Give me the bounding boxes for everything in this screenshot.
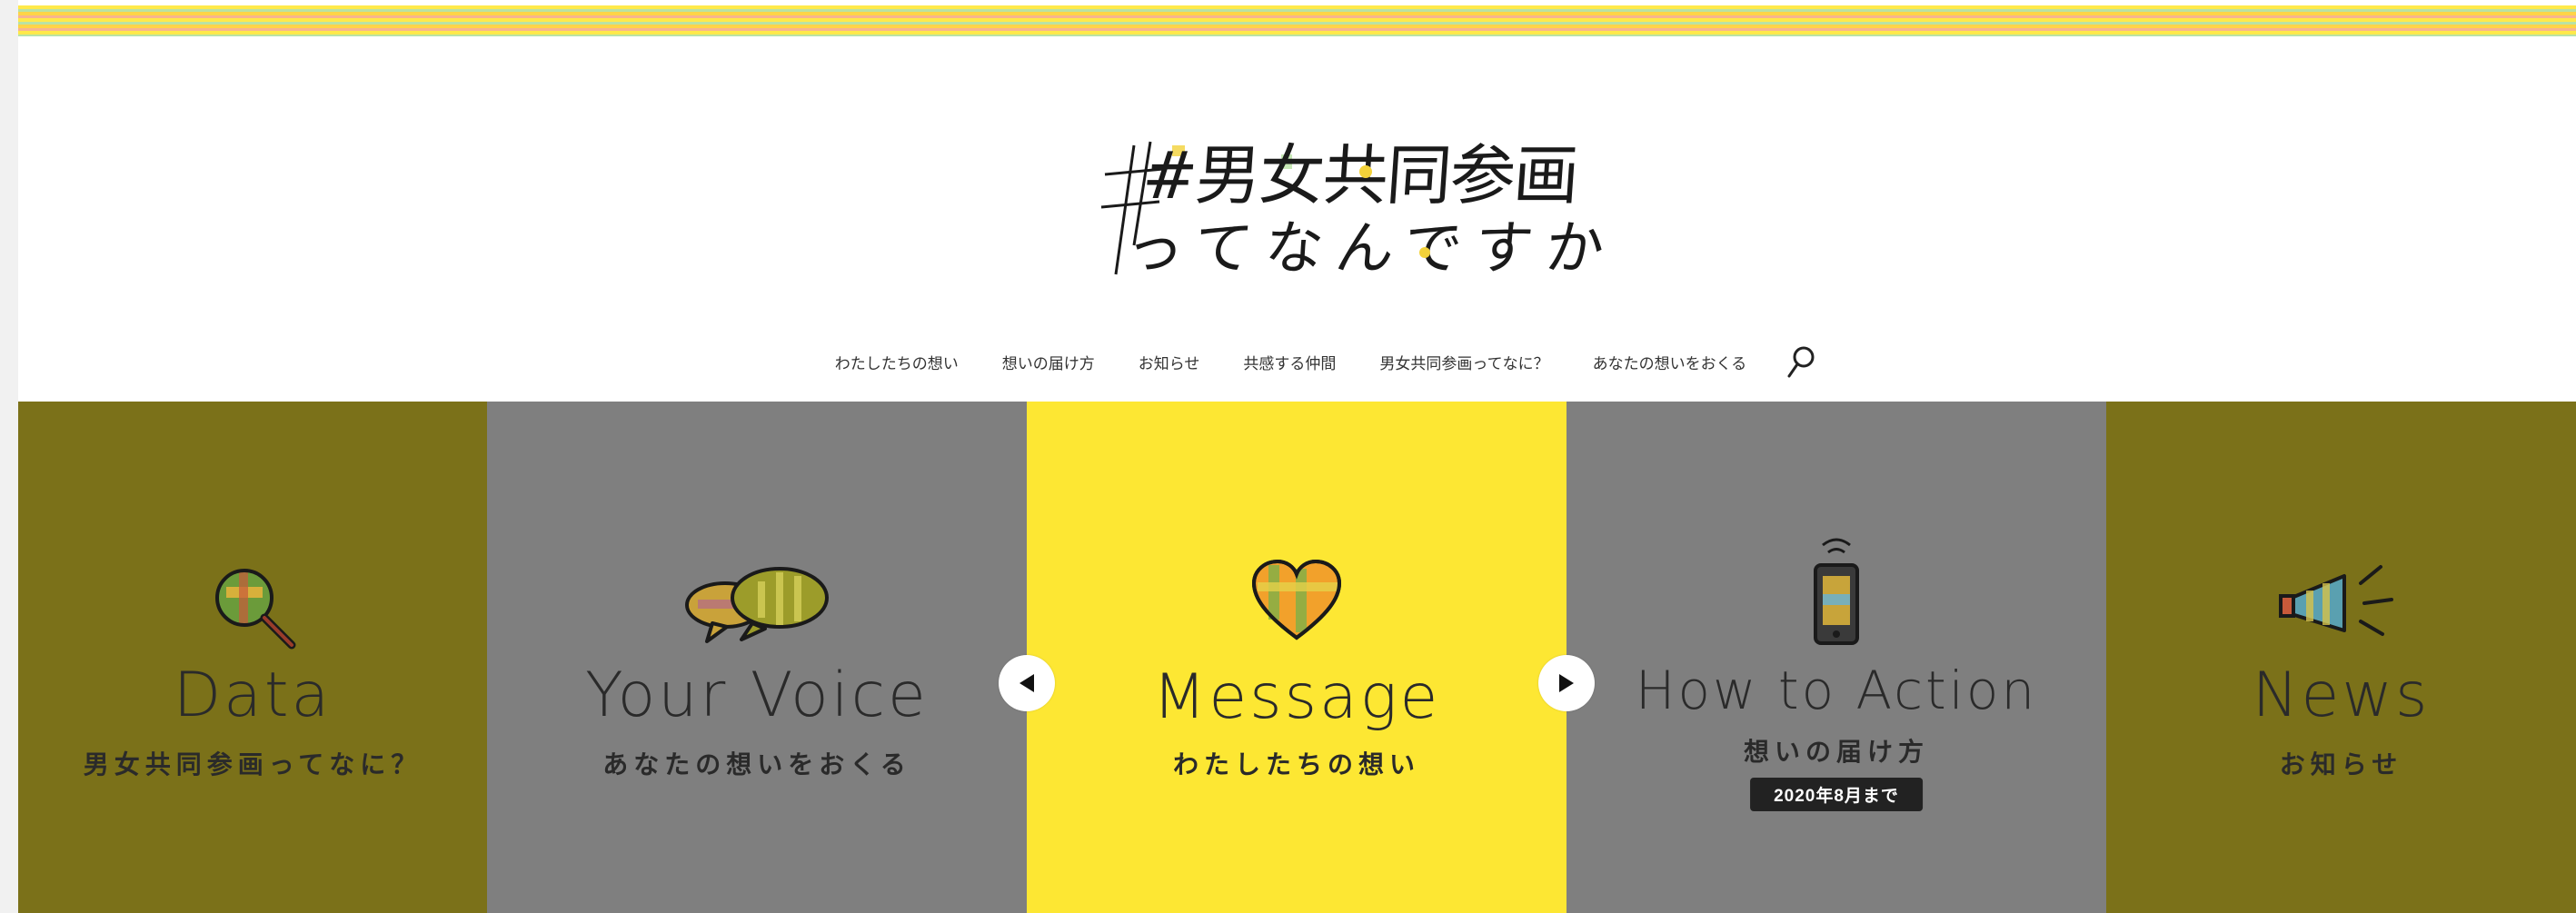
slide-subtitle: あなたの想いをおくる	[602, 749, 911, 779]
slide-data[interactable]: Data 男女共同参画ってなに？	[18, 402, 487, 913]
slide-title: Message	[1152, 661, 1441, 733]
slide-subtitle: 男女共同参画ってなに？	[83, 749, 423, 779]
page: #男女共同参画 ってなんですか わたしたちの想い 想いの届け方 お知らせ 共感す…	[18, 0, 2576, 913]
site-logo[interactable]: #男女共同参画 ってなんですか	[1099, 118, 1620, 283]
slide-message[interactable]: Message わたしたちの想い	[1027, 402, 1566, 913]
slide-subtitle: 想いの届け方	[1743, 737, 1929, 767]
slide-title: News	[2252, 660, 2431, 731]
deadline-badge: 2020年8月まで	[1750, 778, 1923, 811]
logo-dot	[1419, 247, 1430, 258]
smartphone-icon	[1814, 538, 1859, 645]
next-slide-button[interactable]	[1538, 655, 1595, 711]
slide-news[interactable]: News お知らせ	[2106, 402, 2576, 913]
slide-how-to-action[interactable]: How to Action 想いの届け方 2020年8月まで	[1566, 402, 2106, 913]
logo-text-line2: ってなんですか	[1122, 215, 1620, 283]
slide-title: Data	[173, 660, 333, 731]
nav-item-how-to-deliver[interactable]: 想いの届け方	[1002, 351, 1095, 373]
search-icon	[1787, 346, 1815, 378]
magnifier-icon	[215, 569, 296, 650]
next-arrow-icon	[1559, 674, 1574, 692]
feature-slider: Data 男女共同参画ってなに？ Your Voice あなたの想いをおくる M…	[18, 402, 2576, 913]
heart-icon	[1251, 559, 1342, 640]
prev-arrow-icon	[1019, 674, 1034, 692]
nav-item-supporters[interactable]: 共感する仲間	[1243, 351, 1336, 373]
prev-slide-button[interactable]	[999, 655, 1055, 711]
top-stripe-decoration	[18, 5, 2576, 36]
nav-item-what-is-gender-equality[interactable]: 男女共同参画ってなに？	[1379, 351, 1548, 373]
search-button[interactable]	[1783, 343, 1819, 380]
logo-dot	[1359, 165, 1372, 178]
slide-subtitle: わたしたちの想い	[1172, 749, 1420, 779]
nav-item-news[interactable]: お知らせ	[1139, 351, 1200, 373]
megaphone-icon	[2278, 565, 2393, 636]
nav-item-our-thoughts[interactable]: わたしたちの想い	[835, 351, 959, 373]
slide-title: Your Voice	[585, 660, 929, 731]
main-nav: わたしたちの想い 想いの届け方 お知らせ 共感する仲間 男女共同参画ってなに？ …	[18, 342, 2576, 382]
speech-bubbles-icon	[685, 567, 829, 643]
slide-title: How to Action	[1635, 660, 2038, 721]
slide-subtitle: お知らせ	[2279, 749, 2403, 779]
nav-item-send-your-thoughts[interactable]: あなたの想いをおくる	[1593, 351, 1747, 373]
slide-your-voice[interactable]: Your Voice あなたの想いをおくる	[487, 402, 1027, 913]
